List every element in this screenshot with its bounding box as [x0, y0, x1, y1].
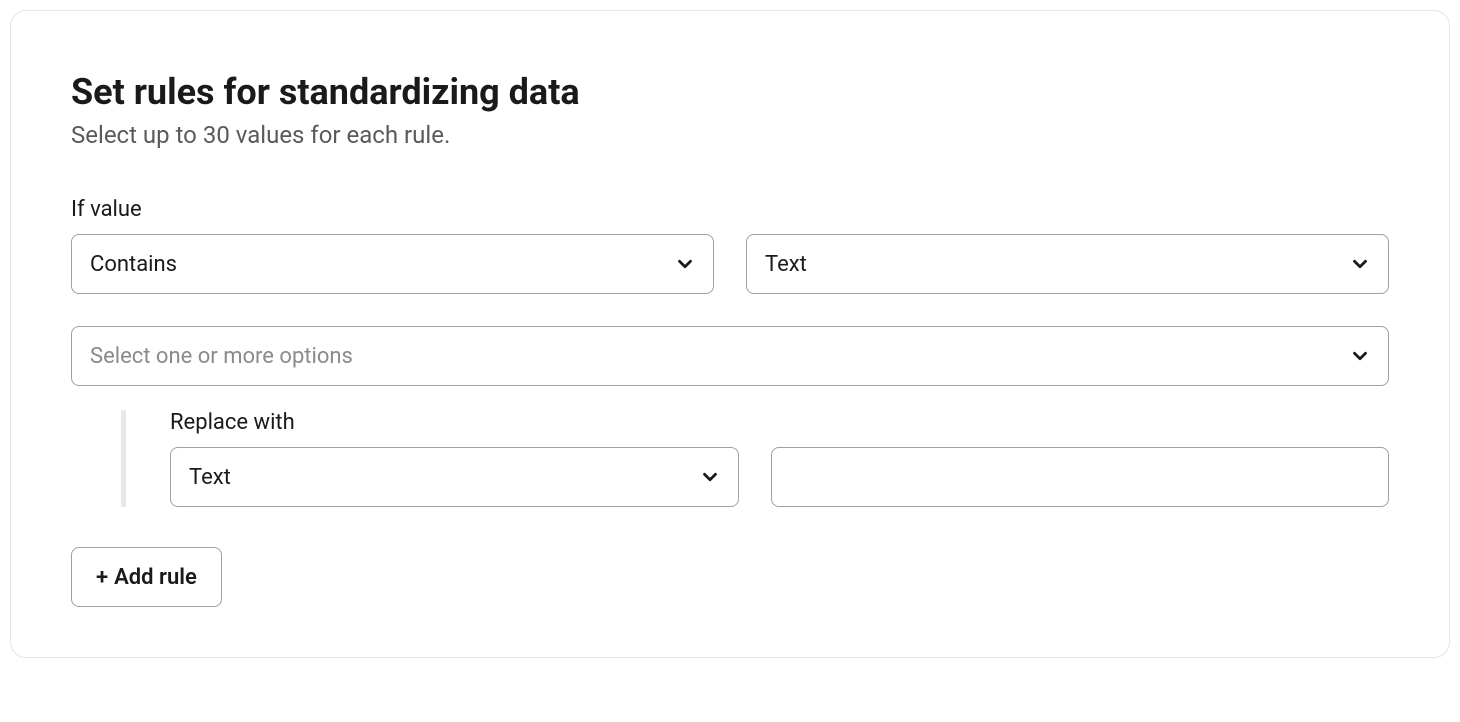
page-subtitle: Select up to 30 values for each rule.	[71, 121, 1389, 149]
if-value-label: If value	[71, 197, 1389, 222]
replace-row: Text	[170, 447, 1389, 507]
condition-row: Contains Text	[71, 234, 1389, 294]
type-select[interactable]: Text	[746, 234, 1389, 294]
replace-value-input[interactable]	[771, 447, 1389, 507]
options-multiselect-placeholder: Select one or more options	[90, 344, 353, 369]
replace-type-select-value: Text	[189, 465, 231, 490]
plus-icon: +	[96, 565, 108, 590]
replace-with-label: Replace with	[170, 410, 1389, 435]
condition-select[interactable]: Contains	[71, 234, 714, 294]
replace-type-select[interactable]: Text	[170, 447, 739, 507]
replace-section: Replace with Text	[71, 410, 1389, 507]
condition-select-value: Contains	[90, 252, 177, 277]
add-rule-label: Add rule	[114, 565, 197, 590]
rules-card: Set rules for standardizing data Select …	[10, 10, 1450, 658]
type-select-value: Text	[765, 252, 807, 277]
options-multiselect[interactable]: Select one or more options	[71, 326, 1389, 386]
add-rule-button[interactable]: + Add rule	[71, 547, 222, 607]
options-row: Select one or more options	[71, 326, 1389, 386]
page-title: Set rules for standardizing data	[71, 71, 1389, 113]
